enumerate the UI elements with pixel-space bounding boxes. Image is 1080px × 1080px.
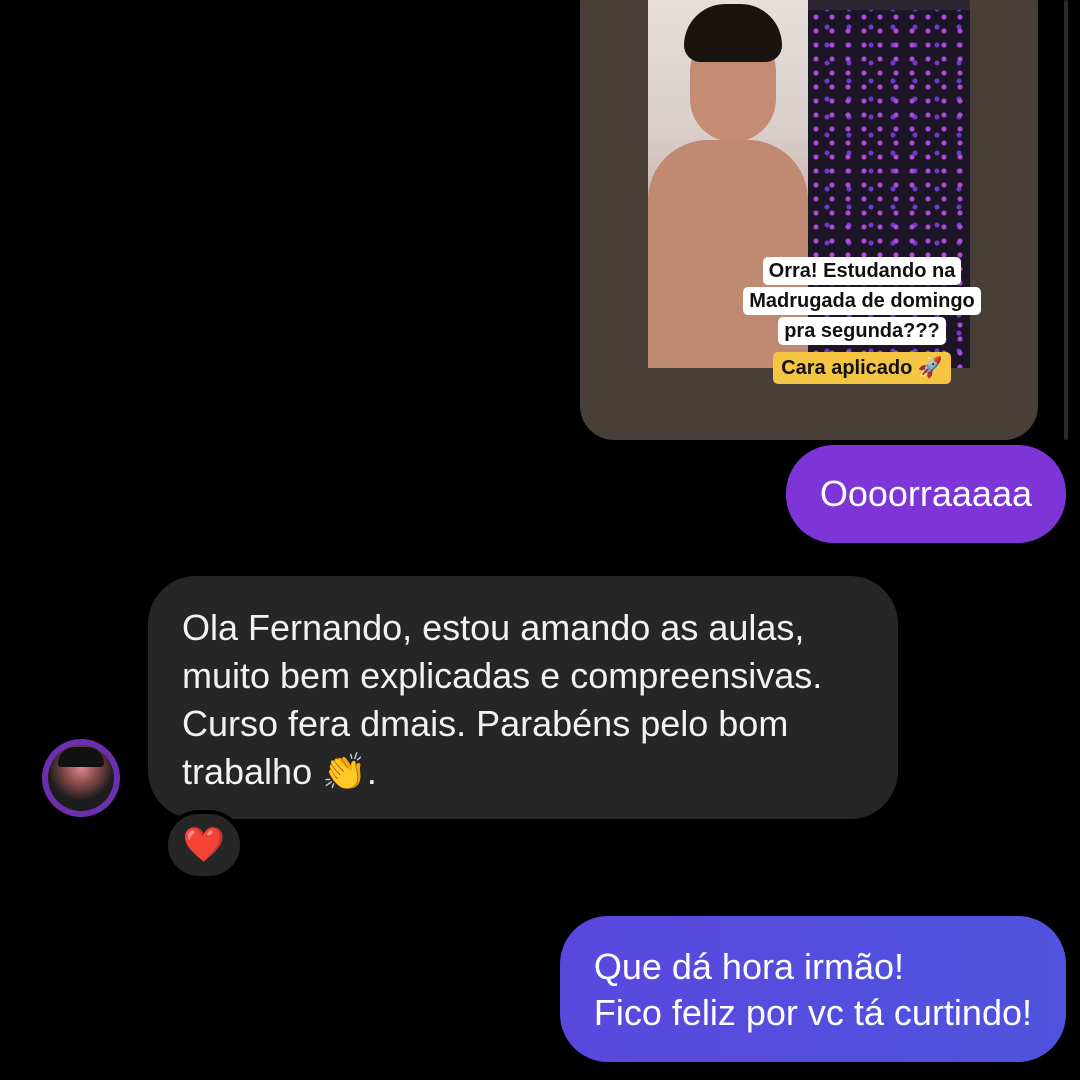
scrollbar[interactable] [1064,0,1068,440]
message-text-line: Ola Fernando, estou amando as aulas, [182,607,805,648]
outgoing-message-bubble[interactable]: Oooorraaaaa [785,445,1066,543]
story-caption-line: Madrugada de domingo [743,287,981,315]
story-caption: Orra! Estudando na Madrugada de domingo … [676,256,1038,384]
story-caption-highlight: Cara aplicado 🚀 [773,352,951,384]
shared-story-card[interactable]: Orra! Estudando na Madrugada de domingo … [580,0,1038,440]
chat-screen: Orra! Estudando na Madrugada de domingo … [0,0,1080,1080]
message-text-line: Fico feliz por vc tá curtindo! [593,992,1032,1033]
message-text-line: Que dá hora irmão! [593,946,904,987]
incoming-message-bubble[interactable]: Ola Fernando, estou amando as aulas, mui… [148,576,898,819]
sender-avatar[interactable] [42,739,120,817]
message-text: Oooorraaaaa [819,473,1032,514]
story-caption-line: pra segunda??? [778,317,946,345]
message-text-line: muito bem explicadas e compreensivas. [182,655,823,696]
story-caption-line: Orra! Estudando na [762,257,962,285]
person-hair-shape [684,4,782,62]
outgoing-message-bubble[interactable]: Que dá hora irmão! Fico feliz por vc tá … [559,916,1066,1062]
avatar-cap-shape [58,747,104,767]
heart-reaction[interactable]: ❤️ [164,810,244,880]
message-text-line: Curso fera dmais. Parabéns pelo bom [182,703,789,744]
keyboard-top-edge [808,0,970,10]
message-text-line: trabalho 👏. [182,751,377,792]
heart-icon: ❤️ [182,826,226,864]
